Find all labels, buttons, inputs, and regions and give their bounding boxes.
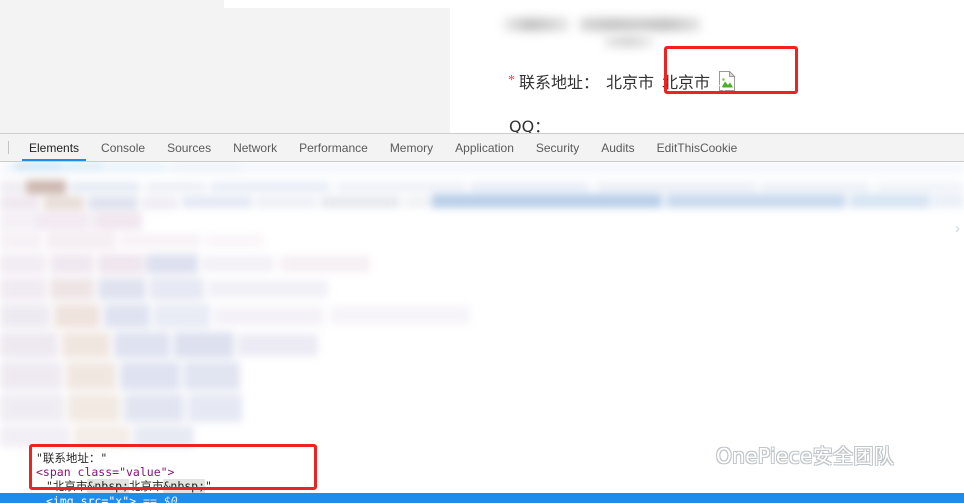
chevron-right-icon[interactable]: › — [955, 220, 960, 237]
tab-network[interactable]: Network — [222, 134, 288, 161]
dom-text-node-value-middle: 北京市 — [128, 479, 164, 493]
blurred-heading-text-1 — [503, 18, 569, 31]
blurred-heading-text-2 — [580, 18, 700, 31]
dom-text-node-value-prefix: "北京市 — [46, 479, 88, 493]
dom-entity-nbsp-2: &nbsp; — [163, 479, 206, 493]
tab-performance[interactable]: Performance — [288, 134, 379, 161]
contact-address-label: 联系地址： — [519, 73, 600, 92]
dom-line-text-label[interactable]: "联系地址：" — [0, 451, 964, 465]
web-page-area: * 联系地址： 北京市 北京市 QQ： — [0, 0, 964, 133]
tab-security[interactable]: Security — [525, 134, 590, 161]
contact-address-value-primary: 北京市 — [606, 73, 655, 92]
tab-audits[interactable]: Audits — [590, 134, 645, 161]
tab-memory[interactable]: Memory — [379, 134, 444, 161]
dom-line-span-open[interactable]: <span class="value"> — [0, 465, 964, 479]
devtools-tab-bar: Elements Console Sources Network Perform… — [0, 134, 964, 162]
blurred-heading-text-3 — [605, 36, 653, 47]
tab-console[interactable]: Console — [90, 134, 156, 161]
annotation-highlight-rect-address — [664, 46, 798, 94]
qq-label: QQ： — [509, 117, 551, 133]
dom-entity-nbsp-1: &nbsp; — [87, 479, 129, 493]
tab-editthiscookie[interactable]: EditThisCookie — [646, 134, 749, 161]
tab-sources[interactable]: Sources — [156, 134, 222, 161]
required-field-marker: * — [508, 73, 515, 88]
tab-bar-divider — [8, 141, 9, 154]
tab-application[interactable]: Application — [444, 134, 525, 161]
blurred-dom-tree-content — [0, 162, 964, 447]
devtools-panel: Elements Console Sources Network Perform… — [0, 133, 964, 503]
dom-tree-pane[interactable]: › "联系地址：" <span class="value"> "北京市&nbsp… — [0, 162, 964, 503]
dom-line-text-value[interactable]: "北京市&nbsp;北京市&nbsp;" — [0, 479, 964, 493]
dom-span-open-tag: <span class="value"> — [36, 465, 175, 479]
dom-text-node-value-suffix: " — [205, 479, 212, 493]
dom-text-node-label: "联系地址：" — [36, 451, 108, 465]
tab-elements[interactable]: Elements — [18, 134, 90, 161]
dom-code-lines: "联系地址：" <span class="value"> "北京市&nbsp;北… — [0, 451, 964, 503]
page-card-strip — [224, 0, 450, 8]
